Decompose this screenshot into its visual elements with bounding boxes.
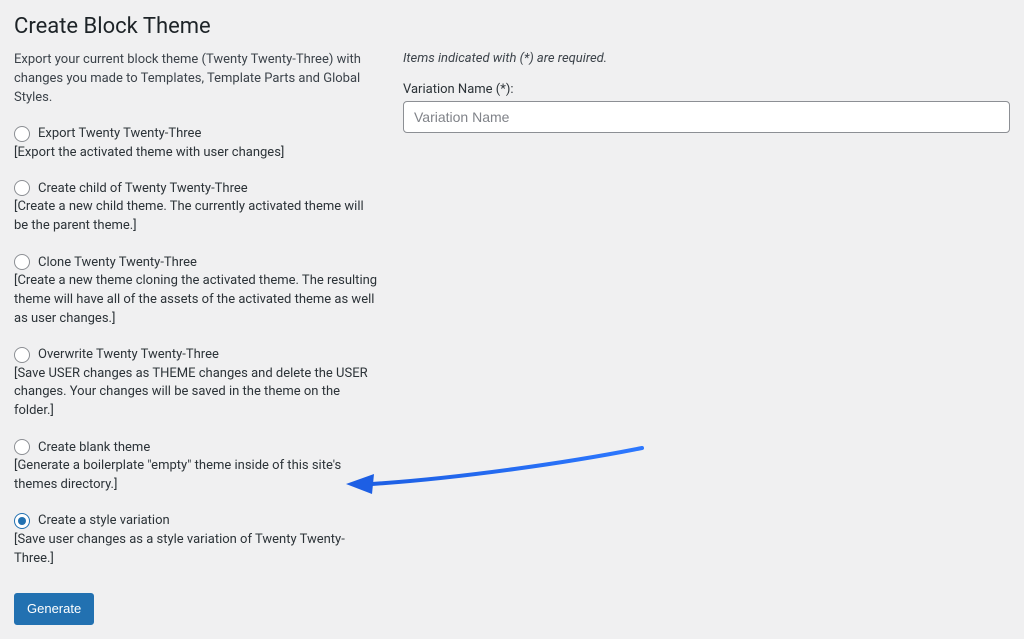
variation-name-input[interactable] — [403, 101, 1010, 133]
option-clone: Clone Twenty Twenty-Three [Create a new … — [14, 254, 379, 329]
option-export-desc: [Export the activated theme with user ch… — [14, 144, 379, 163]
page-title: Create Block Theme — [14, 10, 1010, 39]
radio-child[interactable] — [14, 180, 30, 196]
option-clone-label[interactable]: Clone Twenty Twenty-Three — [38, 255, 197, 270]
option-variation-label[interactable]: Create a style variation — [38, 513, 170, 528]
radio-blank[interactable] — [14, 439, 30, 455]
option-export-label[interactable]: Export Twenty Twenty-Three — [38, 126, 201, 141]
option-child: Create child of Twenty Twenty-Three [Cre… — [14, 180, 379, 236]
option-overwrite-label[interactable]: Overwrite Twenty Twenty-Three — [38, 347, 219, 362]
option-blank-desc: [Generate a boilerplate "empty" theme in… — [14, 457, 379, 495]
details-column: Items indicated with (*) are required. V… — [403, 51, 1010, 625]
option-blank-label[interactable]: Create blank theme — [38, 440, 150, 455]
required-note: Items indicated with (*) are required. — [403, 51, 1010, 66]
option-variation-desc: [Save user changes as a style variation … — [14, 531, 379, 569]
radio-export[interactable] — [14, 126, 30, 142]
intro-text: Export your current block theme (Twenty … — [14, 51, 379, 108]
option-child-label[interactable]: Create child of Twenty Twenty-Three — [38, 181, 248, 196]
variation-name-label: Variation Name (*): — [403, 82, 1010, 97]
option-clone-desc: [Create a new theme cloning the activate… — [14, 272, 379, 329]
radio-variation[interactable] — [14, 513, 30, 529]
options-column: Export your current block theme (Twenty … — [14, 51, 379, 625]
radio-overwrite[interactable] — [14, 347, 30, 363]
option-child-desc: [Create a new child theme. The currently… — [14, 198, 379, 236]
option-blank: Create blank theme [Generate a boilerpla… — [14, 439, 379, 495]
option-export: Export Twenty Twenty-Three [Export the a… — [14, 126, 379, 163]
option-overwrite: Overwrite Twenty Twenty-Three [Save USER… — [14, 347, 379, 422]
radio-clone[interactable] — [14, 254, 30, 270]
option-variation: Create a style variation [Save user chan… — [14, 513, 379, 569]
generate-button[interactable]: Generate — [14, 593, 94, 625]
option-overwrite-desc: [Save USER changes as THEME changes and … — [14, 365, 379, 422]
